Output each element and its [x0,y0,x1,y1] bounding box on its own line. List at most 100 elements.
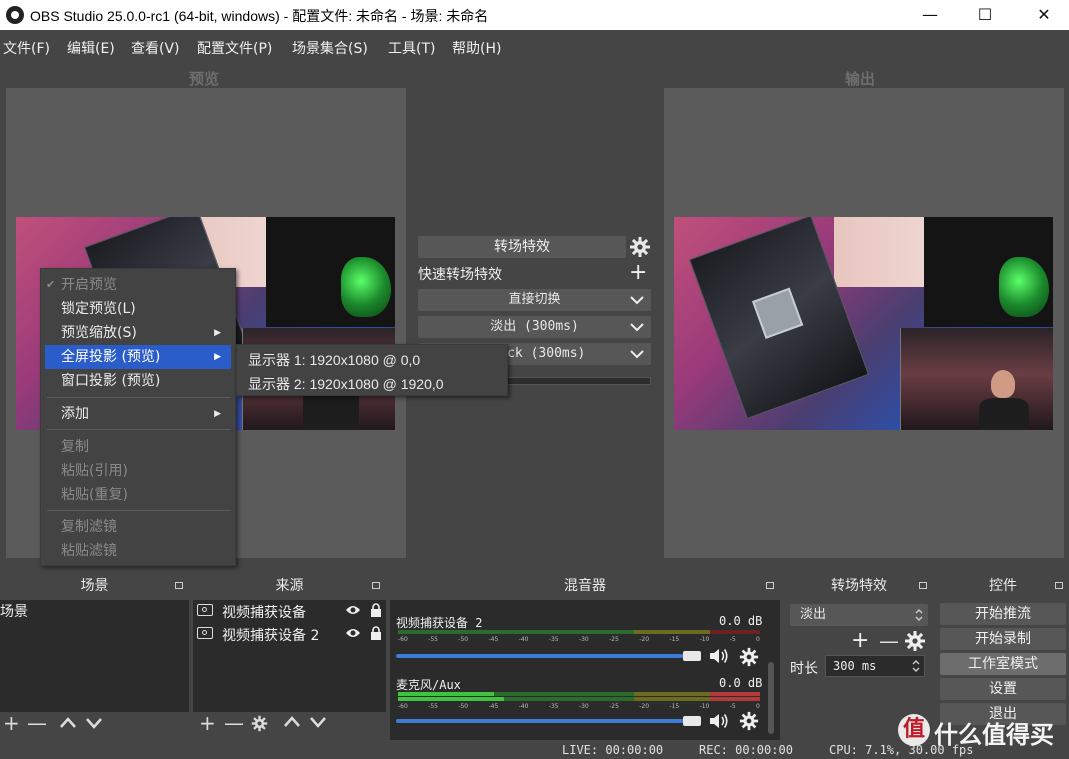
mixer-settings-gear-icon[interactable] [739,647,759,671]
add-quick-transition-icon[interactable]: + [629,262,647,284]
scenes-dock: 场景 场景 + — [0,574,189,740]
menu-edit[interactable]: 编辑(E) [67,38,115,58]
menu-item-fullscreen-projector[interactable]: 全屏投影 (预览) ▶ [45,345,231,369]
program-person-body [979,398,1029,430]
mixer-meter-ticks: -60 -55 -50 -45 -40 -35 -30 -25 -20 -15 -10 -5 0 [398,636,760,643]
menu-separator [47,397,231,398]
undock-icon[interactable] [1055,582,1063,589]
menu-item-label: 窗口投影 (预览) [61,373,161,389]
undock-icon[interactable] [766,582,774,589]
mixer-dock-title: 混音器 [390,574,780,598]
transition-select-value: 淡出 [800,607,827,622]
sources-list[interactable]: 视频捕获设备 视频捕获设备 2 [193,600,386,712]
move-up-icon[interactable] [282,714,302,734]
source-properties-gear-icon[interactable] [251,715,268,736]
transition-select[interactable]: 淡出 [790,604,928,626]
menu-item-preview-scaling[interactable]: 预览缩放(S) ▶ [41,321,235,345]
submenu-item-monitor-2[interactable]: 显示器 2: 1920x1080 @ 1920,0 [237,372,507,396]
quick-transition-item-fade[interactable]: 淡出 (300ms) [418,316,651,338]
add-scene-icon[interactable]: + [3,713,20,733]
remove-transition-icon[interactable]: — [879,631,899,651]
submenu-arrow-icon: ▶ [214,352,221,362]
menu-item-lock-preview[interactable]: 锁定预览(L) [41,297,235,321]
close-button[interactable]: ✕ [1019,0,1069,30]
projector-submenu: 显示器 1: 1920x1080 @ 0,0 显示器 2: 1920x1080 … [236,344,508,396]
menu-item-label: 全屏投影 (预览) [61,349,161,365]
chevron-down-icon [630,350,644,359]
quick-transition-item-cut[interactable]: 直接切换 [418,289,651,311]
mixer-meter [398,630,761,634]
transition-properties-gear-icon[interactable] [904,630,926,656]
camera-icon [197,627,213,639]
transition-settings-gear-icon[interactable] [629,236,651,258]
program-label: 输出 [845,70,876,88]
menu-item-label: 锁定预览(L) [61,301,136,317]
mixer-scrollbar[interactable] [768,662,774,734]
undock-icon[interactable] [919,582,927,589]
add-transition-icon[interactable]: + [851,630,869,652]
menu-item-enable-preview: ✔ 开启预览 [41,273,235,297]
menu-scene-collection[interactable]: 场景集合(S) [292,38,368,58]
volume-slider-track[interactable] [396,719,696,723]
settings-button[interactable]: 设置 [940,678,1066,700]
mixer-meter [398,692,761,696]
rec-status: REC: 00:00:00 [699,743,793,757]
volume-slider-track[interactable] [396,654,696,658]
watermark-text: 什么值得买 [934,721,1054,749]
move-down-icon[interactable] [84,714,104,734]
live-status: LIVE: 00:00:00 [562,743,664,757]
mixer-meter [398,697,760,701]
obs-logo-icon [6,6,24,24]
transitions-dock-title: 转场特效 [785,574,933,598]
menu-profile[interactable]: 配置文件(P) [197,38,272,58]
dock-title-text: 转场特效 [831,578,887,594]
menu-file[interactable]: 文件(F) [3,38,50,58]
studio-mode-button[interactable]: 工作室模式 [940,653,1066,675]
add-source-icon[interactable]: + [199,713,216,733]
menu-tools[interactable]: 工具(T) [388,38,435,58]
undock-icon[interactable] [372,582,380,589]
scene-item[interactable]: 场景 [0,601,28,621]
visibility-eye-icon[interactable] [345,627,361,643]
menu-help[interactable]: 帮助(H) [452,38,501,58]
visibility-eye-icon[interactable] [345,604,361,620]
menu-item-label: 添加 [61,406,89,422]
volume-slider-handle[interactable] [683,651,701,661]
mixer-body: 视频捕获设备 2 0.0 dB -60 -55 -50 -45 -40 -35 -30 -25… [390,600,780,740]
transition-button[interactable]: 转场特效 [418,236,626,258]
start-streaming-button[interactable]: 开始推流 [940,603,1066,625]
program-canvas [664,88,1064,558]
lock-icon[interactable] [370,603,382,621]
scenes-list[interactable]: 场景 [0,600,189,712]
minimize-button[interactable]: — [905,0,955,30]
sources-dock-title: 来源 [193,574,386,598]
remove-scene-icon[interactable]: — [27,713,47,733]
submenu-item-monitor-1[interactable]: 显示器 1: 1920x1080 @ 0,0 [237,348,507,372]
start-recording-button[interactable]: 开始录制 [940,628,1066,650]
move-down-icon[interactable] [308,714,328,734]
duration-spinbox[interactable]: 300 ms [825,655,925,677]
menu-bar: 文件(F) 编辑(E) 查看(V) 配置文件(P) 场景集合(S) 工具(T) … [0,34,1069,60]
source-item[interactable]: 视频捕获设备 [222,602,306,622]
mixer-dock: 混音器 视频捕获设备 2 0.0 dB -60 -55 -50 -45 -40 -35 -3… [390,574,780,740]
volume-slider-handle[interactable] [683,716,701,726]
menu-item-windowed-projector[interactable]: 窗口投影 (预览) [41,369,235,393]
menu-item-add[interactable]: 添加 ▶ [41,402,235,426]
program-scene-image [674,217,1053,430]
remove-source-icon[interactable]: — [224,713,244,733]
source-item[interactable]: 视频捕获设备 2 [222,625,319,645]
maximize-button[interactable]: ☐ [960,0,1010,30]
mixer-channel-name: 视频捕获设备 2 [396,616,483,630]
lock-icon[interactable] [370,626,382,644]
camera-icon [197,604,213,616]
speaker-icon[interactable] [708,712,730,734]
mixer-settings-gear-icon[interactable] [739,711,759,735]
quick-transition-label: 淡出 (300ms) [490,319,579,334]
undock-icon[interactable] [175,582,183,589]
speaker-icon[interactable] [708,647,730,669]
checkmark-icon: ✔ [46,278,56,291]
menu-view[interactable]: 查看(V) [131,38,180,58]
move-up-icon[interactable] [58,714,78,734]
menu-item-copy: 复制 [41,435,235,459]
dock-title-text: 来源 [275,578,304,594]
